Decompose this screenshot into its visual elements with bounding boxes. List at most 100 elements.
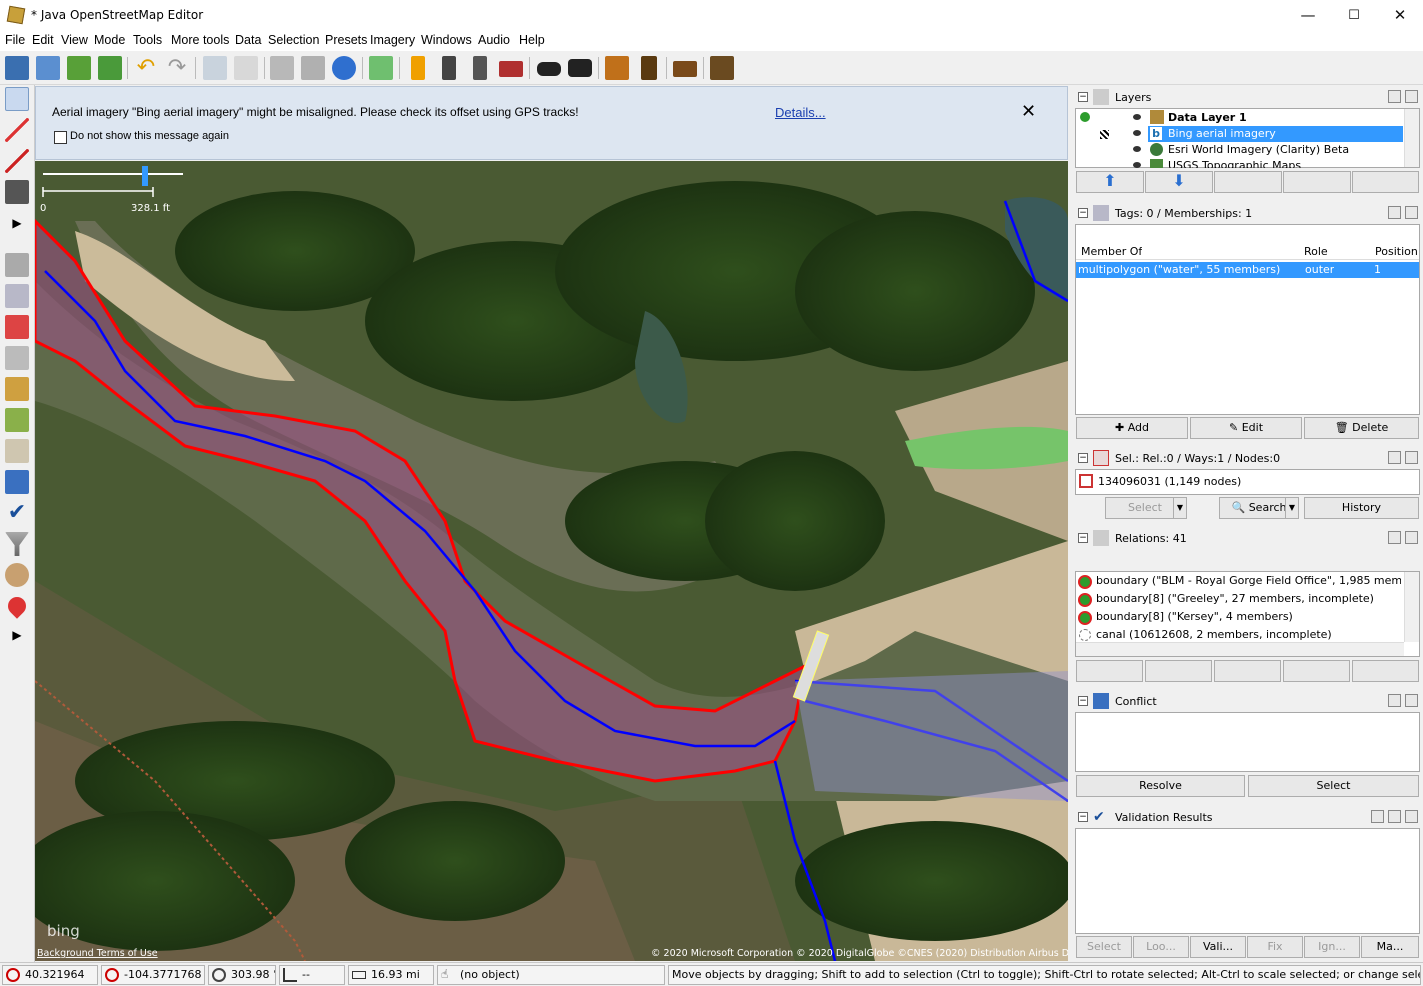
parallel-mode-icon[interactable] [5,180,29,204]
selection-toggle-icon[interactable] [5,315,29,339]
layer-list-scrollbar[interactable] [1404,109,1419,167]
traffic-light-icon[interactable] [411,56,425,80]
selection-item[interactable]: 134096031 (1,149 nodes) [1098,475,1241,488]
validation-results-list[interactable] [1075,828,1420,934]
menu-help[interactable]: Help [519,33,545,47]
restaurant-icon[interactable] [641,56,657,80]
collapse-toggle-icon[interactable]: − [1078,453,1088,463]
reverse-way-icon[interactable] [332,56,356,80]
minimize-button[interactable]: — [1285,0,1331,31]
filter-toggle-icon[interactable] [5,532,29,556]
download-icon[interactable] [67,56,91,80]
close-panel-icon[interactable] [1405,451,1418,464]
dont-show-checkbox[interactable] [54,131,67,144]
close-window-button[interactable]: ✕ [1377,0,1423,31]
relation-settings-icon[interactable] [1076,660,1143,682]
save-icon[interactable] [36,56,60,80]
visibility-eye-icon[interactable] [1133,146,1141,152]
more-dialogs-arrow-icon[interactable]: ▶ [5,623,29,647]
more-validation-button[interactable]: Ma... [1361,936,1419,958]
select-mode-icon[interactable] [5,87,29,111]
detach-icon[interactable] [1388,694,1401,707]
detach-icon[interactable] [1388,531,1401,544]
car-icon[interactable] [537,62,561,76]
background-terms-link[interactable]: Background Terms of Use [37,948,158,959]
detach-icon[interactable] [1388,206,1401,219]
history-button[interactable]: History [1304,497,1419,519]
duplicate-relation-icon[interactable] [1214,660,1281,682]
layer-settings-icon[interactable] [1283,171,1351,193]
close-panel-icon[interactable] [1405,90,1418,103]
move-down-icon[interactable]: ⬇ [1145,171,1213,193]
menu-data[interactable]: Data [235,33,261,47]
membership-role[interactable]: outer [1305,263,1334,276]
search-dropdown-icon[interactable]: ▼ [1285,497,1299,519]
simplify-icon[interactable] [369,56,393,80]
map-canvas[interactable]: 0 328.1 ft bing Background Terms of Use … [35,161,1068,961]
collapse-toggle-icon[interactable]: − [1078,208,1088,218]
lookup-button[interactable]: Loo... [1133,936,1189,958]
menu-windows[interactable]: Windows [421,33,472,47]
selection-list[interactable]: 134096031 (1,149 nodes) [1075,469,1420,495]
detach-icon[interactable] [1388,451,1401,464]
close-panel-icon[interactable] [1405,206,1418,219]
delete-tag-button[interactable]: 🗑 Delete [1304,417,1419,439]
commands-toggle-icon[interactable] [5,439,29,463]
open-file-icon[interactable] [5,56,29,80]
conflict-select-button[interactable]: Select [1248,775,1419,797]
more-modes-arrow-icon[interactable]: ▶ [5,211,29,235]
add-tag-button[interactable]: ✚ Add [1076,417,1188,439]
collapse-toggle-icon[interactable]: − [1078,533,1088,543]
relations-list[interactable]: boundary ("BLM - Royal Gorge Field Offic… [1075,571,1420,657]
merge-layer-icon[interactable] [1214,171,1282,193]
detach-icon[interactable] [1388,810,1401,823]
close-panel-icon[interactable] [1405,694,1418,707]
ignore-button[interactable]: Ign... [1304,936,1360,958]
delete-layer-icon[interactable] [1352,171,1419,193]
redo-icon[interactable]: ↷ [165,56,189,80]
relations-toggle-icon[interactable] [5,346,29,370]
fix-button[interactable]: Fix [1247,936,1303,958]
undo-icon[interactable]: ↶ [134,56,158,80]
bollard-icon[interactable] [473,56,487,80]
resolve-button[interactable]: Resolve [1076,775,1245,797]
menu-imagery[interactable]: Imagery [370,33,415,47]
close-panel-icon[interactable] [1405,810,1418,823]
menu-more-tools[interactable]: More tools [171,33,229,47]
panel-options-icon[interactable] [1371,810,1384,823]
menu-file[interactable]: File [5,33,25,47]
combine-way-icon[interactable] [301,56,325,80]
membership-position[interactable]: 1 [1374,263,1381,276]
improve-way-icon[interactable] [5,149,29,173]
relations-hscrollbar[interactable] [1076,642,1404,656]
menu-presets[interactable]: Presets [325,33,367,47]
collapse-toggle-icon[interactable]: − [1078,812,1088,822]
delete-relation-icon[interactable] [1283,660,1350,682]
warning-icon[interactable] [605,56,629,80]
maximize-button[interactable]: ☐ [1331,0,1377,31]
move-up-icon[interactable]: ⬆ [1076,171,1144,193]
close-panel-icon[interactable] [1405,531,1418,544]
tags-toggle-icon[interactable] [5,284,29,308]
details-link[interactable]: Details... [775,105,826,120]
castle-icon[interactable] [673,61,697,77]
relation-item[interactable]: boundary[8] ("Kersey", 4 members) [1096,610,1293,623]
bus-icon[interactable] [568,59,592,77]
validation-select-button[interactable]: Select [1076,936,1132,958]
select-dropdown-icon[interactable]: ▼ [1173,497,1187,519]
map-paint-toggle-icon[interactable] [5,563,29,587]
validation-toggle-icon[interactable]: ✔ [5,501,29,525]
collapse-toggle-icon[interactable]: − [1078,696,1088,706]
split-way-icon[interactable] [270,56,294,80]
relation-item[interactable]: boundary[8] ("Greeley", 27 members, inco… [1096,592,1374,605]
layer-item-data-layer[interactable]: Data Layer 1 [1168,111,1247,124]
visibility-eye-icon[interactable] [1133,130,1141,136]
barrier-icon[interactable] [442,56,456,80]
layer-item-esri[interactable]: Esri World Imagery (Clarity) Beta [1168,143,1349,156]
notes-toggle-icon[interactable] [4,593,30,619]
conflict-list[interactable] [1075,712,1420,772]
menu-audio[interactable]: Audio [478,33,510,47]
notice-close-button[interactable]: ✕ [1021,101,1036,122]
map-view[interactable]: 0 328.1 ft bing Background Terms of Use … [35,161,1068,961]
zoom-to-icon[interactable] [203,56,227,80]
